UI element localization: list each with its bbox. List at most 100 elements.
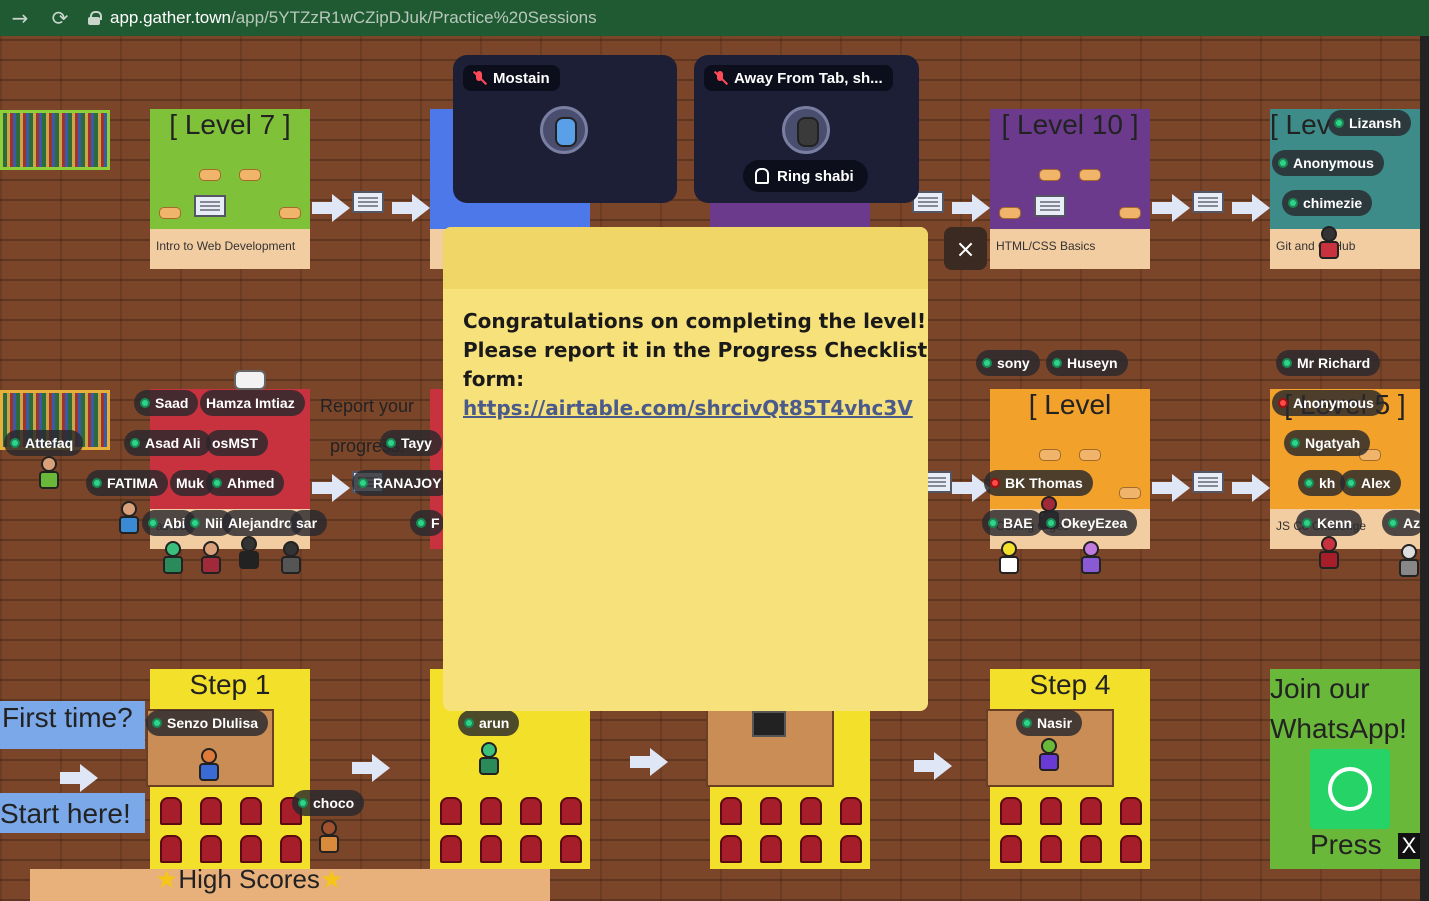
player-avatar[interactable] xyxy=(1316,226,1342,262)
join-our-text: Join our xyxy=(1270,673,1370,704)
player-tag[interactable]: Saad xyxy=(134,390,199,416)
ring-button[interactable]: Ring shabi xyxy=(743,160,868,192)
computer-monitor[interactable] xyxy=(1192,191,1224,213)
reload-icon[interactable]: ⟳ xyxy=(40,6,80,30)
room-title: Step 1 xyxy=(189,669,271,700)
player-tag[interactable]: chimezie xyxy=(1282,190,1373,216)
player-tag[interactable]: sony xyxy=(976,350,1040,376)
player-avatar[interactable] xyxy=(1316,536,1342,572)
player-tag[interactable]: Senzo Dlulisa xyxy=(146,710,269,736)
player-tag[interactable]: Nasir xyxy=(1016,710,1083,736)
room-step-1: Step 1 xyxy=(146,669,310,869)
player-tag[interactable]: Lizansh xyxy=(1328,110,1412,136)
player-avatar[interactable] xyxy=(196,748,222,784)
room-caption: Git and GitHub xyxy=(1270,229,1420,269)
player-avatar[interactable] xyxy=(36,456,62,492)
status-online-icon xyxy=(1278,158,1288,168)
status-online-icon xyxy=(1346,478,1356,488)
player-tag[interactable]: Attefaq xyxy=(4,430,84,456)
room-title: [ Level 10 ] xyxy=(1001,109,1139,140)
player-tag[interactable]: sar xyxy=(290,510,328,536)
player-tag[interactable]: BAE xyxy=(982,510,1043,536)
whatsapp-area[interactable]: Join our WhatsApp! Press X xyxy=(1270,669,1420,869)
status-online-icon xyxy=(1388,518,1398,528)
player-avatar[interactable] xyxy=(278,541,304,577)
status-online-icon xyxy=(358,478,368,488)
player-tag[interactable]: Asad Ali xyxy=(124,430,211,456)
player-avatar[interactable] xyxy=(1036,738,1062,774)
player-avatar[interactable] xyxy=(996,541,1022,577)
arrow-right-icon xyxy=(1152,474,1190,502)
airtable-link[interactable]: https://airtable.com/shrcivQt85T4vhc3V xyxy=(463,394,913,423)
player-tag[interactable]: Tayy xyxy=(380,430,442,456)
arrow-right-icon xyxy=(914,752,952,780)
room-caption: HTML/CSS Basics xyxy=(990,229,1150,269)
computer-monitor[interactable] xyxy=(1192,471,1224,493)
player-tag[interactable]: Kenn xyxy=(1296,510,1362,536)
player-avatar[interactable] xyxy=(316,820,342,856)
video-tile-label: Mostain xyxy=(463,65,560,91)
high-scores-label: ★High Scores★ xyxy=(155,864,344,894)
player-tag[interactable]: Hamza Imtiaz xyxy=(200,390,305,416)
video-tile-label: Away From Tab, sh... xyxy=(704,65,893,91)
computer-monitor[interactable] xyxy=(352,191,384,213)
arrow-right-icon xyxy=(1232,474,1270,502)
url-path: /app/5YTZzR1wCZipDJuk/Practice%20Session… xyxy=(230,8,597,27)
player-tag[interactable]: Anonymous xyxy=(1272,150,1384,176)
whatsapp-logo-icon[interactable] xyxy=(1310,749,1390,829)
player-avatar[interactable] xyxy=(476,742,502,778)
status-online-icon xyxy=(416,518,426,528)
dialog-body: Congratulations on completing the level!… xyxy=(443,289,928,441)
mic-off-icon xyxy=(471,70,487,86)
player-tag[interactable]: Anonymous xyxy=(1272,390,1384,416)
bookshelf xyxy=(0,110,110,170)
player-tag[interactable]: Ngatyah xyxy=(1284,430,1371,456)
computer-monitor[interactable] xyxy=(194,195,226,217)
mic-off-icon xyxy=(712,70,728,86)
player-tag[interactable]: arun xyxy=(458,710,520,736)
status-online-icon xyxy=(1022,718,1032,728)
player-tag[interactable]: OkeyEzea xyxy=(1040,510,1138,536)
arrow-right-icon xyxy=(60,764,98,792)
tv-screen[interactable] xyxy=(752,711,786,737)
player-avatar[interactable] xyxy=(198,541,224,577)
address-bar[interactable]: app.gather.town/app/5YTZzR1wCZipDJuk/Pra… xyxy=(88,8,597,28)
status-online-icon xyxy=(1304,478,1314,488)
player-tag[interactable]: Mr Richard xyxy=(1276,350,1381,376)
status-online-icon xyxy=(464,718,474,728)
player-tag[interactable]: Huseyn xyxy=(1046,350,1128,376)
dialog-header xyxy=(443,227,928,289)
player-tag[interactable]: RANAJOY xyxy=(352,470,452,496)
player-tag[interactable]: Az xyxy=(1382,510,1425,536)
player-tag[interactable]: kh xyxy=(1298,470,1346,496)
player-tag[interactable]: F xyxy=(410,510,444,536)
star-icon: ★ xyxy=(155,864,179,894)
video-tile-away[interactable]: Away From Tab, sh... Ring shabi xyxy=(694,55,919,203)
player-tag[interactable]: BK Thomas xyxy=(984,470,1093,496)
whatsapp-text: WhatsApp! xyxy=(1270,713,1407,744)
key-x-badge: X xyxy=(1398,833,1420,859)
browser-toolbar: → ⟳ app.gather.town/app/5YTZzR1wCZipDJuk… xyxy=(0,0,1429,36)
close-dialog-button[interactable]: × xyxy=(944,227,987,270)
player-avatar[interactable] xyxy=(116,501,142,537)
player-avatar[interactable] xyxy=(236,536,262,572)
player-tag[interactable]: Alex xyxy=(1340,470,1401,496)
player-tag[interactable]: choco xyxy=(292,790,365,816)
status-online-icon xyxy=(92,478,102,488)
video-tile-mostain[interactable]: Mostain xyxy=(453,55,677,203)
player-avatar[interactable] xyxy=(1396,544,1422,580)
avatar xyxy=(782,106,830,154)
status-online-icon xyxy=(10,438,20,448)
arrow-right-icon xyxy=(1152,194,1190,222)
player-tag[interactable]: FATIMA xyxy=(86,470,169,496)
status-online-icon xyxy=(212,478,222,488)
arrow-right-icon xyxy=(392,194,430,222)
player-tag[interactable]: osMST xyxy=(206,430,268,456)
player-avatar[interactable] xyxy=(160,541,186,577)
player-tag[interactable]: Ahmed xyxy=(206,470,285,496)
computer-monitor[interactable] xyxy=(1034,195,1066,217)
chat-bubble-icon xyxy=(234,370,266,390)
player-avatar[interactable] xyxy=(1078,541,1104,577)
forward-arrow-icon[interactable]: → xyxy=(0,6,40,30)
arrow-right-icon xyxy=(312,474,350,502)
